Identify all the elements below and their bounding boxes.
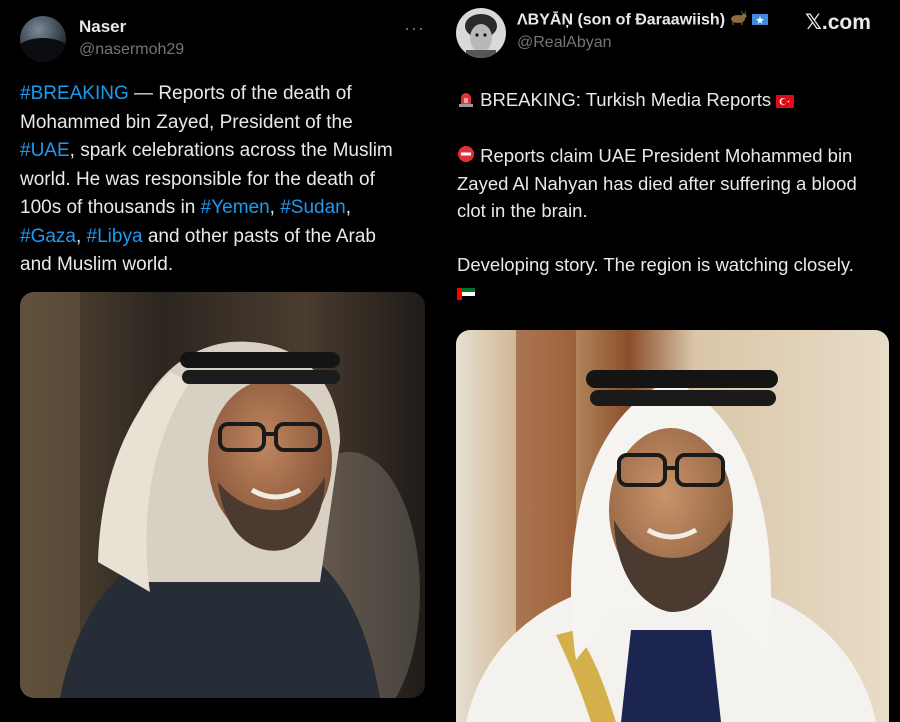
tweet-text: BREAKING: Turkish Media Reports Reports … — [457, 86, 892, 307]
claim-line-1: Reports claim UAE President Mohammed bin — [480, 144, 853, 166]
right-tweet-panel: ΛBYĀŅ (son of Ðaraawiish) @RealAbyan 𝕏.c… — [445, 0, 900, 722]
hashtag-link[interactable]: #Sudan — [280, 197, 346, 218]
x-com-watermark: 𝕏.com — [805, 11, 871, 34]
tweet-text: #BREAKING — Reports of the death of Moham… — [20, 80, 435, 280]
uae-flag-icon — [457, 280, 475, 307]
naser-avatar[interactable] — [20, 16, 66, 62]
hashtag-link[interactable]: #Yemen — [201, 197, 270, 218]
goat-icon — [729, 10, 747, 30]
tweet-text-segment: , spark celebrations across the Muslim — [69, 140, 393, 161]
tweet-text-segment: , — [75, 225, 87, 247]
left-tweet-panel: Naser @nasermoh29 ··· #BREAKING — Report… — [0, 0, 445, 722]
somalia-flag-icon — [751, 12, 768, 30]
tweet-text-segment: and Muslim world. — [20, 254, 174, 275]
tweet-photo-mbz[interactable] — [456, 330, 889, 722]
tweet-text-segment: , — [269, 197, 281, 218]
tweet-text-segment: and other pasts of the Arab — [142, 225, 376, 247]
tweet-line: world. He was responsible for the death … — [20, 166, 435, 195]
claim-line-2: Zayed Al Nahyan has died after suffering… — [457, 173, 857, 195]
hashtag-link[interactable]: #Gaza — [20, 226, 76, 247]
tweet-line: #Gaza, #Libya and other pasts of the Ara… — [20, 223, 435, 252]
siren-icon — [457, 88, 475, 115]
hashtag-link[interactable]: #UAE — [20, 140, 70, 161]
author-name[interactable]: Naser — [79, 17, 126, 37]
tweet-line: #UAE, spark celebrations across the Musl… — [20, 137, 435, 166]
tweet-text-segment: Mohammed bin Zayed, President of the — [20, 111, 353, 133]
author-handle[interactable]: @RealAbyan — [517, 34, 612, 52]
tweet-line: Mohammed bin Zayed, President of the — [20, 109, 435, 138]
realabyan-avatar[interactable] — [456, 8, 506, 58]
tweet-text-segment: — Reports of the death of — [128, 83, 352, 104]
no-entry-icon — [457, 143, 475, 170]
more-dots-icon[interactable]: ··· — [404, 18, 425, 39]
hashtag-link[interactable]: #Libya — [87, 226, 143, 247]
claim-line-3: clot in the brain. — [457, 200, 588, 222]
author-handle[interactable]: @nasermoh29 — [79, 41, 184, 59]
author-name-text[interactable]: ΛBYĀŅ (son of Ðaraawiish) — [517, 12, 725, 29]
tweet-line: 100s of thousands in #Yemen, #Sudan, — [20, 194, 435, 223]
tweet-text-segment: world. He was responsible for the death … — [20, 168, 375, 190]
developing-line: Developing story. The region is watching… — [457, 254, 854, 276]
tweet-photo-mbz[interactable] — [20, 292, 425, 698]
tweet-text-segment: , — [345, 197, 352, 218]
author-name[interactable]: ΛBYĀŅ (son of Ðaraawiish) — [517, 10, 768, 30]
breaking-line: BREAKING: Turkish Media Reports — [480, 89, 772, 110]
tweet-line: and Muslim world. — [20, 251, 435, 280]
turkey-flag-icon — [776, 88, 795, 115]
hashtag-link[interactable]: #BREAKING — [20, 83, 129, 104]
tweet-text-segment: 100s of thousands in — [20, 197, 201, 218]
tweet-line: #BREAKING — Reports of the death of — [20, 80, 435, 109]
